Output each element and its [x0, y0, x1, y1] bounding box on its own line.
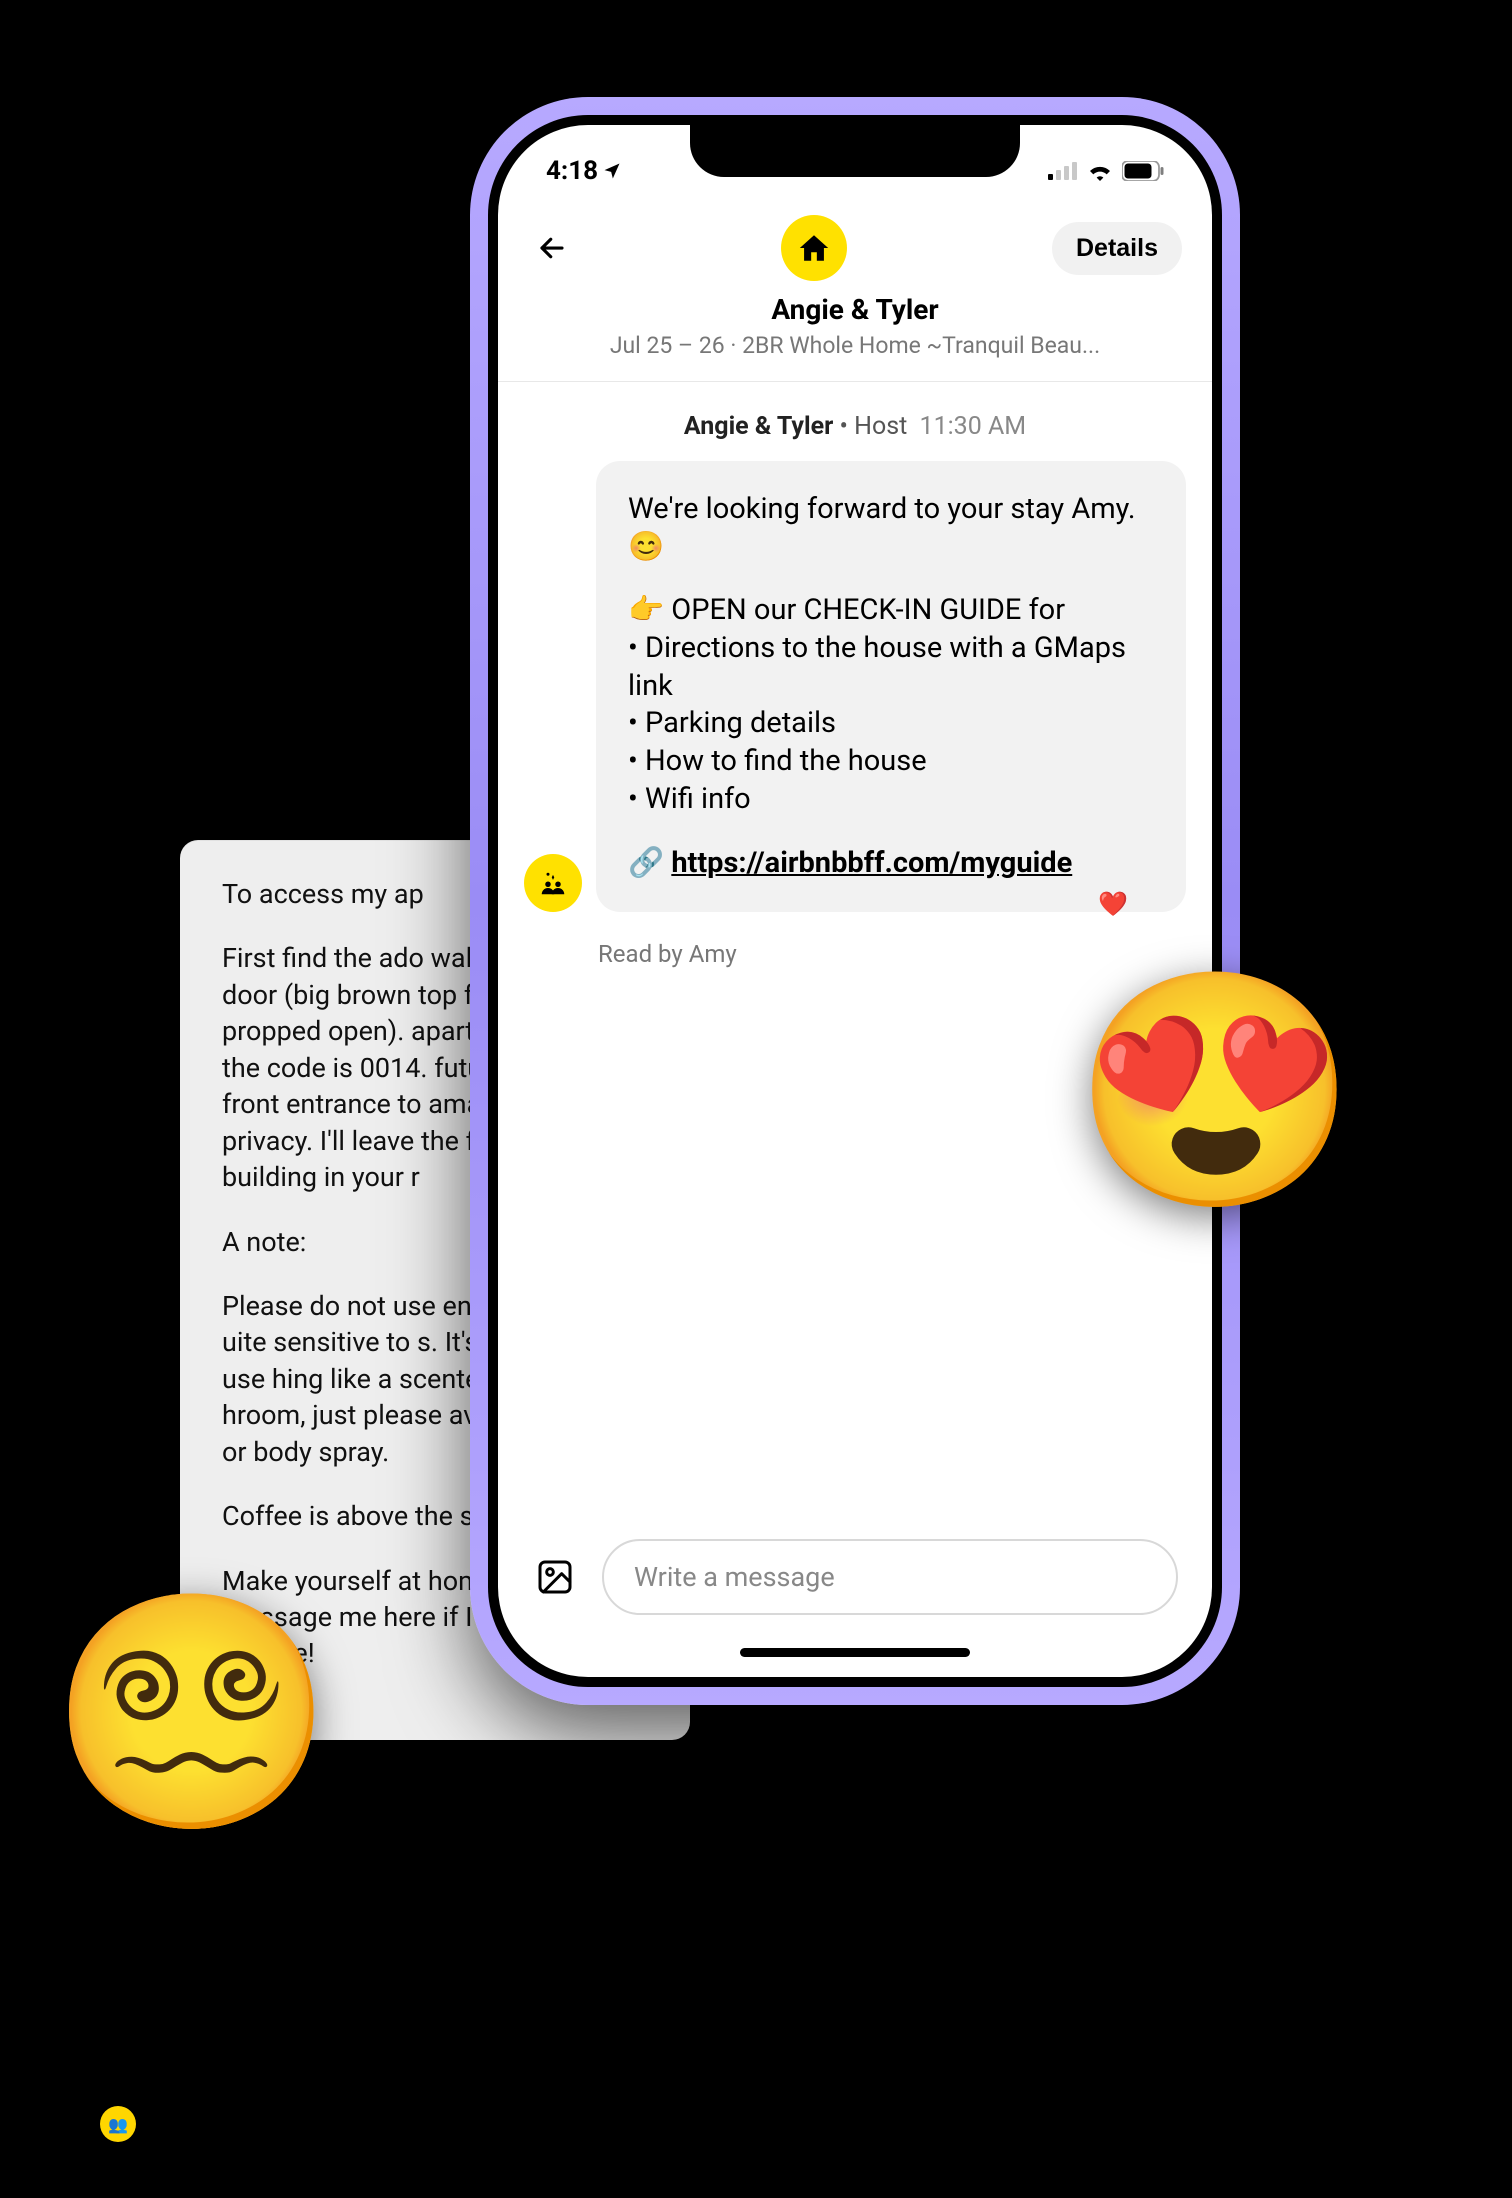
cellular-icon	[1048, 162, 1078, 180]
host-avatar[interactable]	[524, 854, 582, 912]
link-icon: 🔗	[628, 846, 671, 880]
details-button[interactable]: Details	[1052, 222, 1182, 275]
legacy-host-avatar: 👥	[100, 2106, 136, 2142]
message-bullet: • How to find the house	[628, 743, 1154, 781]
people-icon	[538, 868, 568, 898]
message-bullet: • Wifi info	[628, 781, 1154, 819]
message-reaction[interactable]: ❤️	[1098, 890, 1128, 918]
arrow-left-icon	[537, 233, 567, 263]
photo-button[interactable]	[532, 1554, 578, 1600]
message-input[interactable]: Write a message	[602, 1539, 1178, 1615]
message-text-line: We're looking forward to your stay Amy. …	[628, 491, 1154, 566]
location-icon	[602, 161, 622, 181]
message-row: We're looking forward to your stay Amy. …	[524, 461, 1186, 912]
notch	[690, 125, 1020, 177]
message-sender: Angie & Tyler	[684, 412, 833, 441]
conversation-subtitle: Jul 25 – 26 · 2BR Whole Home ~Tranquil B…	[528, 332, 1182, 359]
message-bullet: • Parking details	[628, 705, 1154, 743]
message-bubble[interactable]: We're looking forward to your stay Amy. …	[596, 461, 1186, 912]
message-bullet: • Directions to the house with a GMaps l…	[628, 630, 1154, 705]
message-input-bar: Write a message	[498, 1539, 1212, 1615]
read-receipt: Read by Amy	[598, 940, 1186, 968]
header-avatar[interactable]	[781, 215, 847, 281]
house-icon	[797, 231, 831, 265]
conversation-title: Angie & Tyler	[528, 293, 1182, 326]
message-link[interactable]: https://airbnbbff.com/myguide	[671, 846, 1072, 880]
message-text-line: 👉 OPEN our CHECK-IN GUIDE for	[628, 592, 1154, 630]
phone-screen: 4:18	[498, 125, 1212, 1677]
back-button[interactable]	[528, 224, 576, 272]
people-icon: 👥	[108, 2115, 128, 2134]
phone-bezel: 4:18	[488, 115, 1222, 1687]
conversation-body: Angie & Tyler • Host 11:30 AM	[498, 382, 1212, 988]
conversation-header: Details Angie & Tyler Jul 25 – 26 · 2BR …	[498, 195, 1212, 382]
message-link-line: 🔗 https://airbnbbff.com/myguide	[628, 845, 1154, 883]
message-time: 11:30 AM	[920, 412, 1027, 441]
phone-frame: 4:18	[470, 97, 1240, 1705]
image-icon	[535, 1557, 575, 1597]
status-time: 4:18	[546, 156, 598, 186]
message-meta: Angie & Tyler • Host 11:30 AM	[524, 412, 1186, 441]
message-role: • Host	[840, 412, 908, 441]
home-indicator[interactable]	[740, 1648, 970, 1657]
battery-icon	[1122, 161, 1164, 181]
wifi-icon	[1086, 161, 1114, 181]
